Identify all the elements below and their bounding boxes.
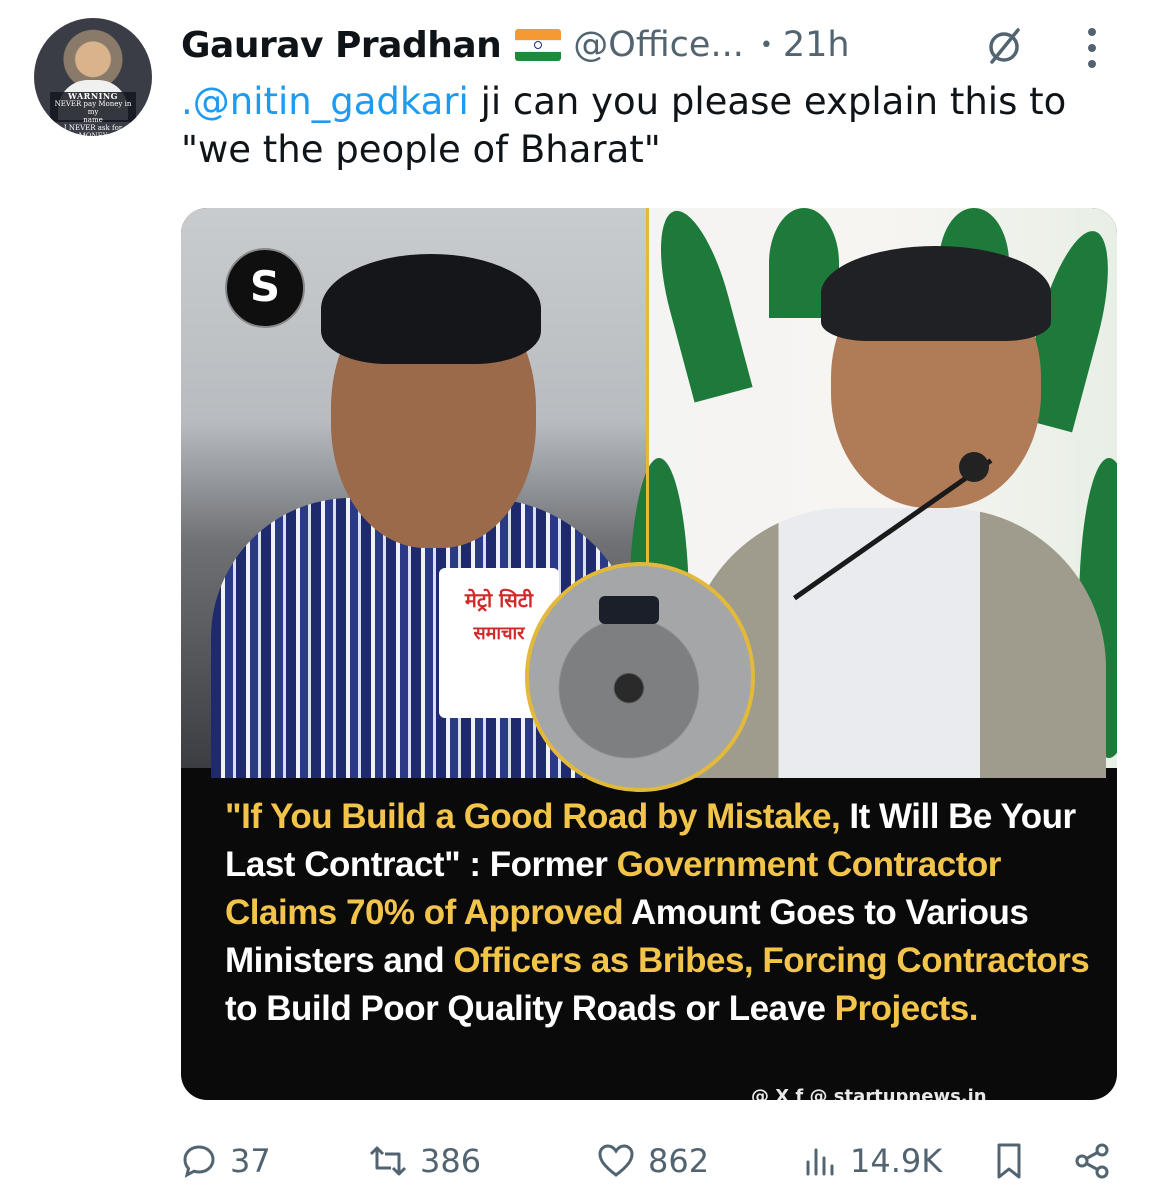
avatar-warning-caption: WARNING NEVER pay Money in my name I NEV… — [50, 91, 136, 136]
retweet-icon — [369, 1146, 407, 1176]
reply-icon — [183, 1145, 215, 1178]
image-headline: "If You Build a Good Road by Mistake, It… — [225, 793, 1095, 1033]
indian-flag-icon — [515, 29, 562, 61]
headline-part-5: Officers as Bribes, Forcing Contractors — [453, 941, 1090, 980]
tweet-header: Gaurav Pradhan @Office... • 21h — [181, 20, 850, 70]
retweet-count: 386 — [420, 1142, 482, 1180]
mention-link[interactable]: .@nitin_gadkari — [181, 80, 469, 123]
retweet-button[interactable]: 386 — [368, 1138, 481, 1184]
author-name[interactable]: Gaurav Pradhan — [181, 25, 502, 66]
avatar-warning-title: WARNING — [67, 91, 119, 101]
more-options-icon[interactable] — [1082, 26, 1102, 70]
mic-flag-text-top: मेट्रो सिटी — [464, 588, 534, 612]
views-icon — [806, 1148, 834, 1176]
avatar-warning-line3: I NEVER ask for MONEY — [63, 124, 123, 136]
publisher-logo-icon: S — [225, 248, 305, 328]
share-button[interactable] — [1072, 1138, 1124, 1184]
tweet-actions-bar: 37 386 862 14.9K — [180, 1138, 1120, 1184]
microphone-icon — [959, 452, 989, 482]
tweet-media-image[interactable]: मेट्रो सिटी समाचार S "If You Build a Goo… — [181, 208, 1117, 1100]
pothole-zoom-circle — [525, 562, 755, 792]
headline-part-7: Projects. — [834, 989, 979, 1028]
author-handle[interactable]: @Office... — [573, 25, 744, 65]
reply-count: 37 — [230, 1142, 271, 1180]
author-avatar[interactable]: WARNING NEVER pay Money in my name I NEV… — [34, 18, 152, 136]
reply-button[interactable]: 37 — [180, 1138, 271, 1184]
views-count: 14.9K — [850, 1142, 943, 1180]
like-button[interactable]: 862 — [596, 1138, 709, 1184]
headline-part-6: to Build Poor Quality Roads or Leave — [225, 989, 835, 1028]
tweet-text: .@nitin_gadkari ji can you please explai… — [181, 78, 1121, 174]
share-icon — [1075, 1143, 1109, 1179]
interviewee-hair — [321, 254, 541, 364]
views-button[interactable]: 14.9K — [802, 1138, 942, 1184]
avatar-warning-line1: NEVER pay Money in my — [54, 100, 132, 116]
heart-icon — [598, 1144, 634, 1177]
bookmark-button[interactable] — [992, 1138, 1038, 1184]
grok-icon[interactable] — [984, 26, 1024, 66]
image-credit: @ X f @ startupnews.in — [751, 1086, 987, 1100]
like-count: 862 — [648, 1142, 710, 1180]
speaker-hair — [821, 246, 1051, 341]
bookmark-icon — [997, 1143, 1021, 1179]
avatar-warning-line2: name — [83, 116, 103, 124]
headline-part-1: "If You Build a Good Road by Mistake, — [225, 797, 850, 836]
tweet-timestamp[interactable]: 21h — [783, 25, 850, 65]
separator-dot: • — [759, 32, 773, 58]
